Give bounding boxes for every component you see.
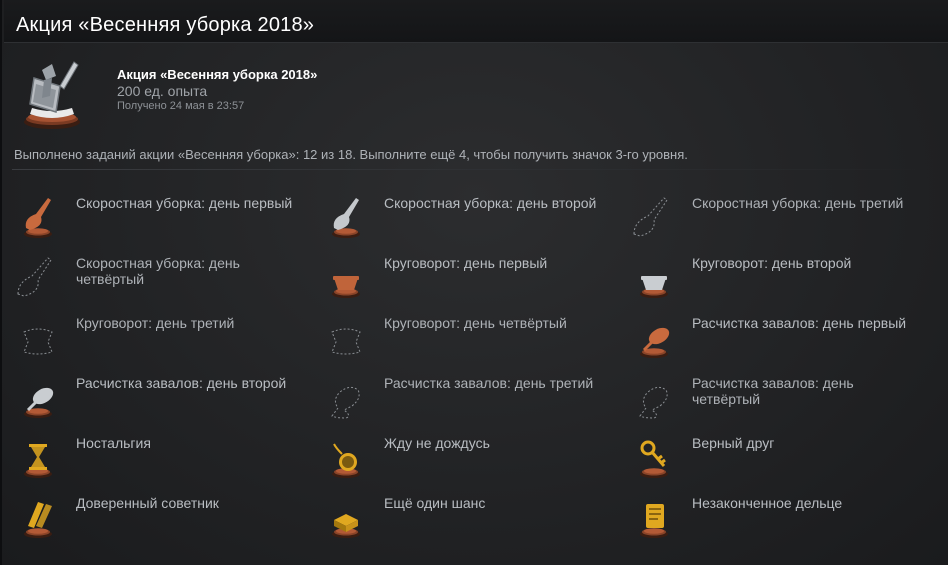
task-item: Расчистка завалов: день третий	[322, 372, 622, 428]
task-item: Жду не дождусь	[322, 432, 622, 488]
broom-icon	[14, 252, 62, 300]
basket-icon	[630, 252, 678, 300]
task-item: Скоростная уборка: день четвёртый	[14, 252, 314, 308]
task-item: Круговорот: день второй	[630, 252, 930, 308]
title-bar: Акция «Весенняя уборка 2018»	[4, 0, 948, 43]
task-label: Расчистка завалов: день четвёртый	[692, 375, 854, 407]
task-item: Круговорот: день третий	[14, 312, 314, 368]
document-icon	[630, 492, 678, 540]
task-label: Жду не дождусь	[384, 435, 490, 451]
task-label: Круговорот: день третий	[76, 315, 235, 331]
task-label: Ностальгия	[76, 435, 151, 451]
broom-icon	[322, 192, 370, 240]
duster-icon	[630, 312, 678, 360]
badge-unlock-date: Получено 24 мая в 23:57	[117, 100, 245, 112]
task-label: Скоростная уборка: день первый	[76, 195, 293, 211]
task-label: Незаконченное дельце	[692, 495, 843, 511]
task-label: Верный друг	[692, 435, 775, 451]
broom-icon	[630, 192, 678, 240]
task-label: Ещё один шанс	[384, 495, 486, 511]
badge-name: Акция «Весенняя уборка 2018»	[117, 67, 318, 82]
broom-icon	[14, 192, 62, 240]
task-label: Расчистка завалов: день третий	[384, 375, 594, 391]
duster-icon	[630, 372, 678, 420]
hourglass-icon	[14, 432, 62, 480]
task-item: Скоростная уборка: день первый	[14, 192, 314, 248]
duster-icon	[322, 372, 370, 420]
task-label: Круговорот: день четвёртый	[384, 315, 567, 331]
page-title: Акция «Весенняя уборка 2018»	[16, 14, 315, 36]
task-item: Доверенный советник	[14, 492, 314, 548]
dice-icon	[322, 492, 370, 540]
achievement-panel: Акция «Весенняя уборка 2018» Акция «Весе…	[0, 0, 948, 565]
task-item: Ностальгия	[14, 432, 314, 488]
key-icon	[630, 432, 678, 480]
task-label: Скоростная уборка: день четвёртый	[76, 255, 240, 287]
divider	[12, 169, 922, 170]
badge-info: Акция «Весенняя уборка 2018» 200 ед. опы…	[117, 67, 317, 112]
task-item: Незаконченное дельце	[630, 492, 930, 548]
badge-xp: 200 ед. опыта	[117, 83, 208, 99]
task-item: Скоростная уборка: день третий	[630, 192, 930, 248]
task-item: Круговорот: день первый	[322, 252, 622, 308]
task-label: Скоростная уборка: день третий	[692, 195, 904, 211]
duster-icon	[14, 372, 62, 420]
task-item: Скоростная уборка: день второй	[322, 192, 622, 248]
task-label: Расчистка завалов: день первый	[692, 315, 907, 331]
progress-text: Выполнено заданий акции «Весенняя уборка…	[14, 147, 688, 162]
task-item: Верный друг	[630, 432, 930, 488]
task-label: Расчистка завалов: день второй	[76, 375, 287, 391]
basket-icon	[322, 252, 370, 300]
pocket-watch-icon	[322, 432, 370, 480]
basket-icon	[322, 312, 370, 360]
task-item: Расчистка завалов: день четвёртый	[630, 372, 930, 428]
task-label: Круговорот: день первый	[384, 255, 548, 271]
dustpan-brush-icon	[16, 56, 88, 132]
task-item: Расчистка завалов: день первый	[630, 312, 930, 368]
task-item: Ещё один шанс	[322, 492, 622, 548]
task-label: Круговорот: день второй	[692, 255, 852, 271]
task-item: Расчистка завалов: день второй	[14, 372, 314, 428]
task-item: Круговорот: день четвёртый	[322, 312, 622, 368]
scrolls-icon	[14, 492, 62, 540]
basket-icon	[14, 312, 62, 360]
task-label: Скоростная уборка: день второй	[384, 195, 597, 211]
task-label: Доверенный советник	[76, 495, 219, 511]
